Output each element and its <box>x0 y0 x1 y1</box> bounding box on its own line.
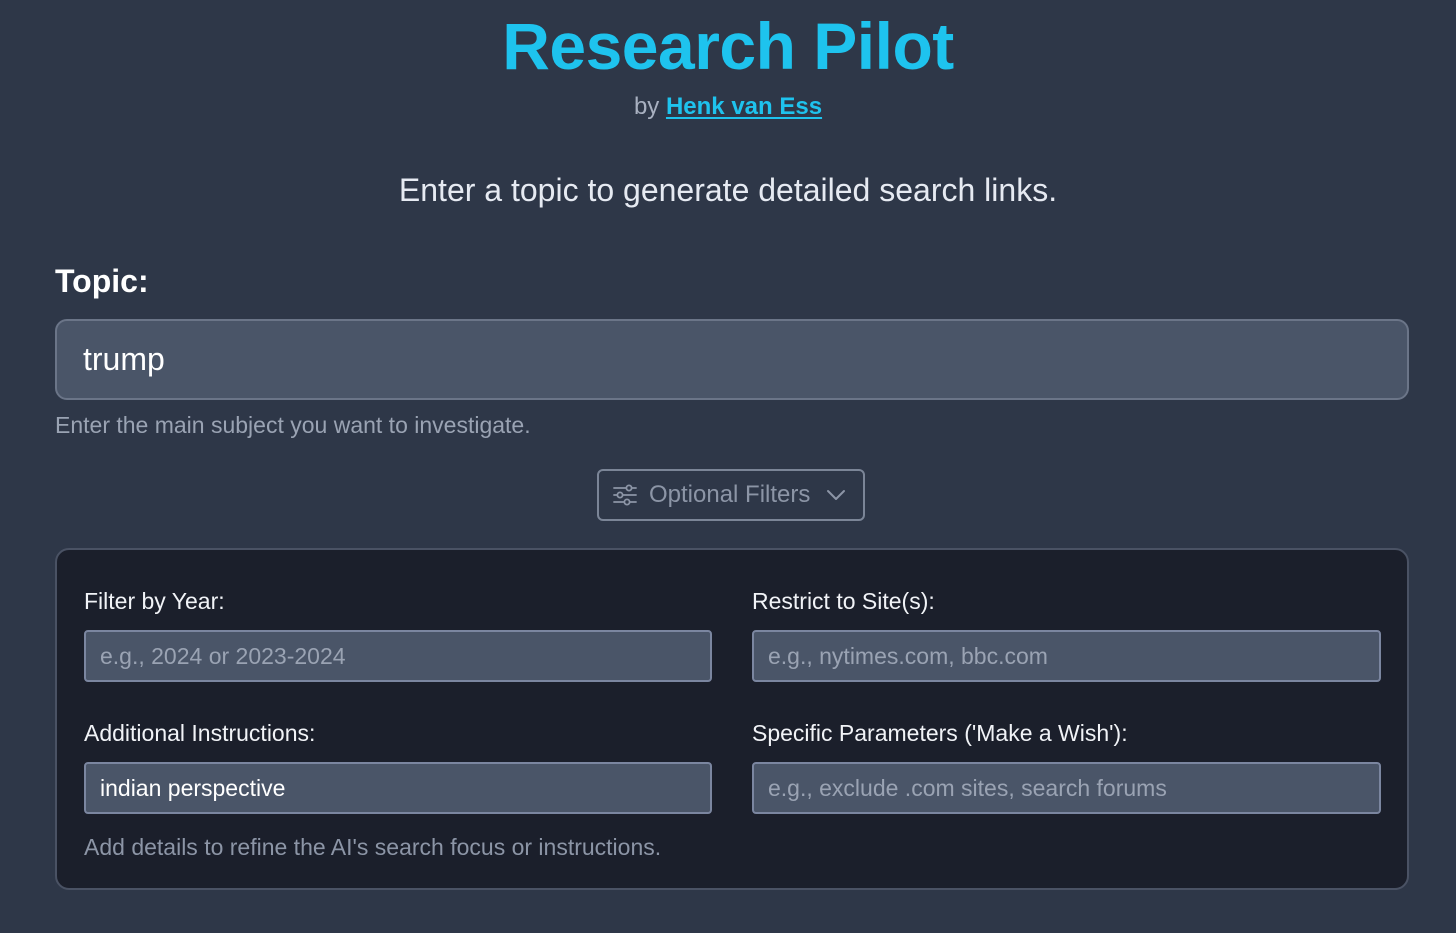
year-filter-label: Filter by Year: <box>84 588 225 614</box>
page-subtitle: Enter a topic to generate detailed searc… <box>398 172 1058 208</box>
additional-instructions-input[interactable] <box>84 762 712 814</box>
optional-filters-label: Optional Filters <box>649 481 811 508</box>
specific-parameters-input[interactable] <box>752 762 1381 814</box>
year-filter-input[interactable] <box>84 630 712 682</box>
byline-prefix: by <box>633 93 660 120</box>
chevron-down-icon <box>824 483 848 507</box>
topic-label: Topic: <box>55 263 149 299</box>
sliders-icon <box>611 481 639 509</box>
byline: by Henk van Ess <box>0 92 1456 122</box>
optional-filters-button[interactable]: Optional Filters <box>597 469 865 521</box>
site-restrict-input[interactable] <box>752 630 1381 682</box>
topic-input[interactable] <box>55 319 1409 400</box>
page: Research Pilot by Henk van Ess Enter a t… <box>0 0 1456 933</box>
author-link[interactable]: Henk van Ess <box>666 93 822 120</box>
filters-panel: Filter by Year: Restrict to Site(s): Add… <box>55 548 1409 890</box>
specific-parameters-label: Specific Parameters ('Make a Wish'): <box>752 720 1128 746</box>
instructions-help-text: Add details to refine the AI's search fo… <box>84 834 662 860</box>
topic-help-text: Enter the main subject you want to inves… <box>55 412 531 438</box>
app-title: Research Pilot <box>502 9 954 83</box>
additional-instructions-label: Additional Instructions: <box>84 720 316 746</box>
site-restrict-label: Restrict to Site(s): <box>752 588 935 614</box>
